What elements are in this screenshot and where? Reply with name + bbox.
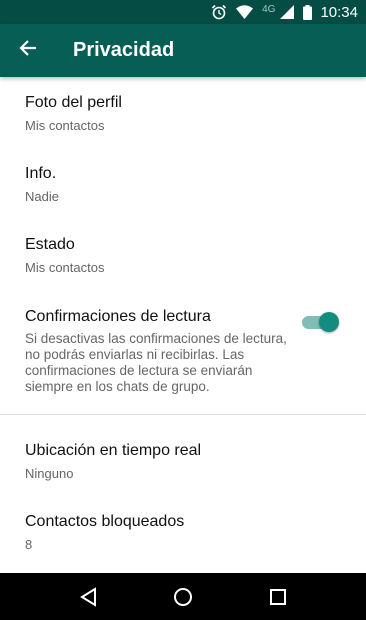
back-button[interactable] xyxy=(0,24,56,77)
setting-profile-photo[interactable]: Foto del perfil Mis contactos xyxy=(0,94,366,152)
page-title: Privacidad xyxy=(73,39,175,61)
setting-title: Contactos bloqueados xyxy=(25,513,185,530)
alarm-icon xyxy=(211,4,227,20)
navigation-bar xyxy=(0,573,366,620)
setting-value: Mis contactos xyxy=(25,260,105,275)
read-receipts-toggle[interactable] xyxy=(302,312,339,332)
setting-title: Estado xyxy=(25,236,75,253)
setting-live-location[interactable]: Ubicación en tiempo real Ninguno xyxy=(0,442,366,500)
setting-value: Nadie xyxy=(25,189,59,204)
setting-description: Si desactivas las confirmaciones de lect… xyxy=(25,331,287,394)
setting-status[interactable]: Estado Mis contactos xyxy=(0,236,366,294)
wifi-icon xyxy=(236,5,254,19)
battery-icon xyxy=(303,4,313,20)
setting-title: Info. xyxy=(25,165,57,182)
nav-recents-icon[interactable] xyxy=(258,577,298,617)
setting-title: Confirmaciones de lectura xyxy=(25,308,211,325)
toggle-thumb xyxy=(319,312,339,332)
network-type: 4G xyxy=(262,3,276,15)
signal-icon xyxy=(280,5,295,19)
screen: 4G 10:34 Privacidad Foto del perfil Mis … xyxy=(0,0,366,620)
setting-read-receipts[interactable]: Confirmaciones de lectura Si desactivas … xyxy=(0,308,366,398)
divider xyxy=(0,414,366,415)
nav-home-icon[interactable] xyxy=(163,577,203,617)
setting-value: 8 xyxy=(25,537,33,552)
setting-value: Ninguno xyxy=(25,466,74,481)
app-bar: Privacidad xyxy=(0,24,366,77)
status-bar: 4G 10:34 xyxy=(0,0,366,24)
nav-back-icon[interactable] xyxy=(68,577,108,617)
status-time: 10:34 xyxy=(320,3,358,21)
setting-info[interactable]: Info. Nadie xyxy=(0,165,366,223)
back-arrow-icon xyxy=(19,39,37,62)
setting-title: Ubicación en tiempo real xyxy=(25,442,202,459)
setting-title: Foto del perfil xyxy=(25,94,122,111)
setting-blocked-contacts[interactable]: Contactos bloqueados 8 xyxy=(0,513,366,571)
setting-value: Mis contactos xyxy=(25,118,105,133)
